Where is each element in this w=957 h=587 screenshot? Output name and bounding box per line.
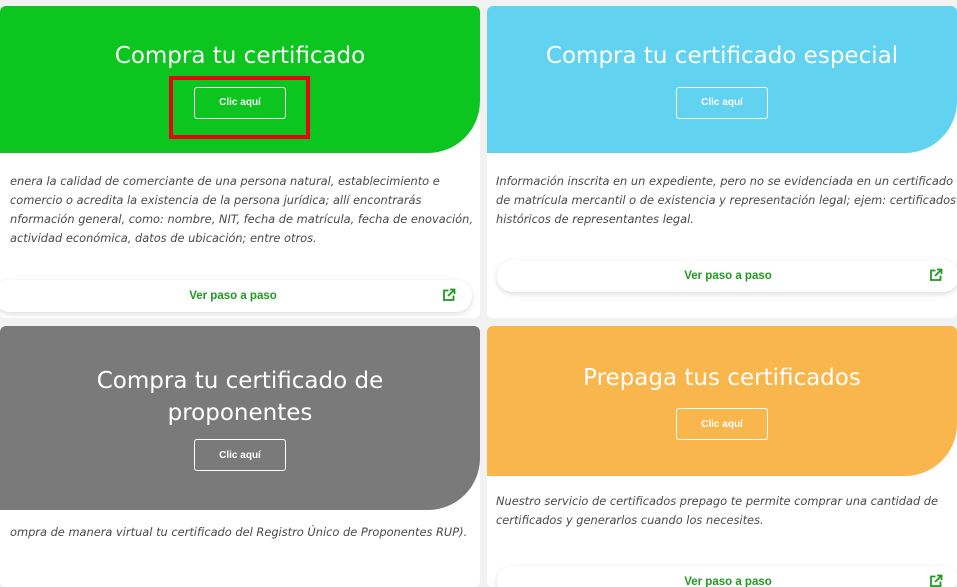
card-prepaga-certificados: Prepaga tus certificados Clic aquí Nuest… <box>487 326 957 587</box>
card-title: Compra tu certificado especial <box>545 43 899 70</box>
ver-paso-a-paso-link[interactable]: Ver paso a paso <box>497 566 957 587</box>
banner-prepaga-certificados: Prepaga tus certificados Clic aquí <box>487 326 957 476</box>
banner-certificado-especial: Compra tu certificado especial Clic aquí <box>487 6 957 153</box>
card-certificado-proponentes: Compra tu certificado de proponentes Cli… <box>0 326 480 587</box>
step-label: Ver paso a paso <box>189 290 277 302</box>
clic-aqui-button[interactable]: Clic aquí <box>676 86 768 119</box>
clic-aqui-button[interactable]: Clic aquí <box>194 439 286 472</box>
card-title: Compra tu certificado de proponentes <box>96 367 384 426</box>
card-certificado-especial: Compra tu certificado especial Clic aquí… <box>487 6 957 318</box>
highlight-annotation-box <box>169 76 310 139</box>
card-description: Información inscrita en un expediente, p… <box>496 174 957 226</box>
card-title: Prepaga tus certificados <box>583 364 861 391</box>
step-label: Ver paso a paso <box>684 270 772 282</box>
card-compra-certificado: Compra tu certificado Clic aquí enera la… <box>0 6 480 318</box>
clic-aqui-button[interactable]: Clic aquí <box>676 408 768 441</box>
external-link-icon <box>930 268 943 281</box>
external-link-icon <box>443 288 456 301</box>
card-description: Nuestro servicio de certificados prepago… <box>496 494 939 527</box>
banner-certificado-proponentes: Compra tu certificado de proponentes Cli… <box>0 326 480 510</box>
step-label: Ver paso a paso <box>684 576 772 587</box>
card-description: enera la calidad de comerciante de una p… <box>10 174 473 245</box>
card-title: Compra tu certificado <box>114 43 366 70</box>
card-description: ompra de manera virtual tu certificado d… <box>10 525 468 539</box>
external-link-icon <box>930 574 943 587</box>
ver-paso-a-paso-link[interactable]: Ver paso a paso <box>497 260 957 292</box>
ver-paso-a-paso-link[interactable]: Ver paso a paso <box>0 280 472 312</box>
